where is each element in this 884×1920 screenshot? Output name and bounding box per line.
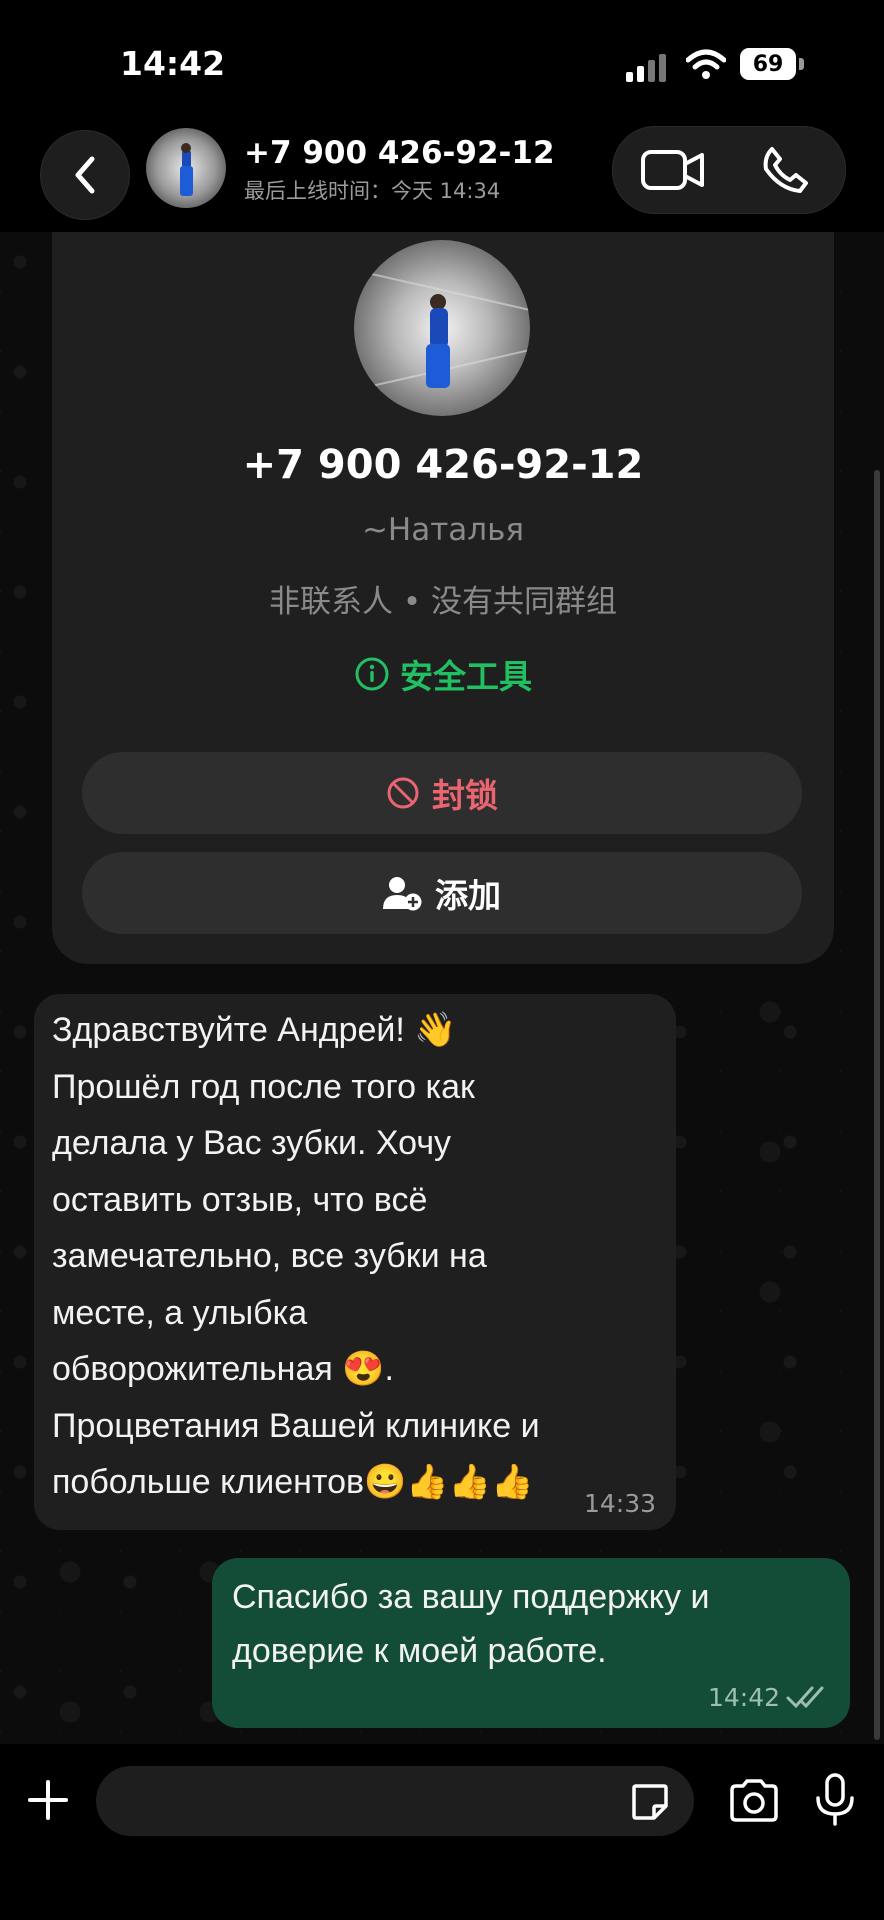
double-check-icon xyxy=(786,1686,824,1709)
plus-icon xyxy=(28,1780,68,1820)
attach-button[interactable] xyxy=(22,1772,74,1828)
block-button[interactable]: 封锁 xyxy=(82,752,802,834)
call-buttons-group xyxy=(612,126,846,214)
camera-icon[interactable] xyxy=(728,1778,780,1824)
contact-name[interactable]: +7 900 426-92-12 xyxy=(244,135,555,171)
status-time: 14:42 xyxy=(120,44,226,83)
safety-tools-label: 安全工具 xyxy=(400,657,532,696)
message-text: Спасибо за вашу поддержку и доверие к мо… xyxy=(232,1578,710,1670)
header-avatar[interactable] xyxy=(146,128,226,208)
message-text: Здравствуйте Андрей! 👋 Прошёл год после … xyxy=(52,1011,540,1501)
cellular-signal-icon xyxy=(626,52,670,82)
voice-call-button[interactable] xyxy=(735,133,835,207)
incoming-message-bubble[interactable]: Здравствуйте Андрей! 👋 Прошёл год после … xyxy=(34,994,676,1530)
profile-avatar[interactable] xyxy=(354,240,530,416)
battery-tip xyxy=(799,58,804,70)
block-icon xyxy=(387,777,419,809)
avatar-image xyxy=(146,128,226,208)
microphone-icon[interactable] xyxy=(812,1772,858,1828)
wifi-icon xyxy=(686,49,726,79)
outgoing-message-bubble[interactable]: Спасибо за вашу поддержку и доверие к мо… xyxy=(212,1558,850,1728)
sticker-icon[interactable] xyxy=(630,1782,670,1822)
phone-icon xyxy=(763,147,808,193)
scrollbar[interactable] xyxy=(874,470,880,1740)
battery-indicator: 69 xyxy=(740,48,796,80)
message-input[interactable] xyxy=(96,1766,694,1836)
add-person-icon xyxy=(383,877,422,911)
profile-alias: ~Наталья xyxy=(361,512,525,548)
video-camera-icon xyxy=(641,150,704,190)
message-time: 14:33 xyxy=(583,1489,656,1518)
message-time: 14:42 xyxy=(707,1683,780,1712)
add-label: 添加 xyxy=(435,876,501,915)
last-seen-status: 最后上线时间：今天 14:34 xyxy=(244,179,501,203)
info-icon xyxy=(355,657,389,691)
add-contact-button[interactable]: 添加 xyxy=(82,852,802,934)
profile-phone-number: +7 900 426-92-12 xyxy=(242,442,644,488)
avatar-image xyxy=(354,240,530,416)
safety-tools-link[interactable]: 安全工具 xyxy=(52,650,834,698)
video-call-button[interactable] xyxy=(623,133,723,207)
profile-info: 非联系人 • 没有共同群组 xyxy=(269,584,617,620)
chevron-left-icon xyxy=(75,156,95,194)
back-button[interactable] xyxy=(40,130,130,220)
block-label: 封锁 xyxy=(432,776,498,815)
status-bar: 14:42 69 xyxy=(0,0,884,120)
